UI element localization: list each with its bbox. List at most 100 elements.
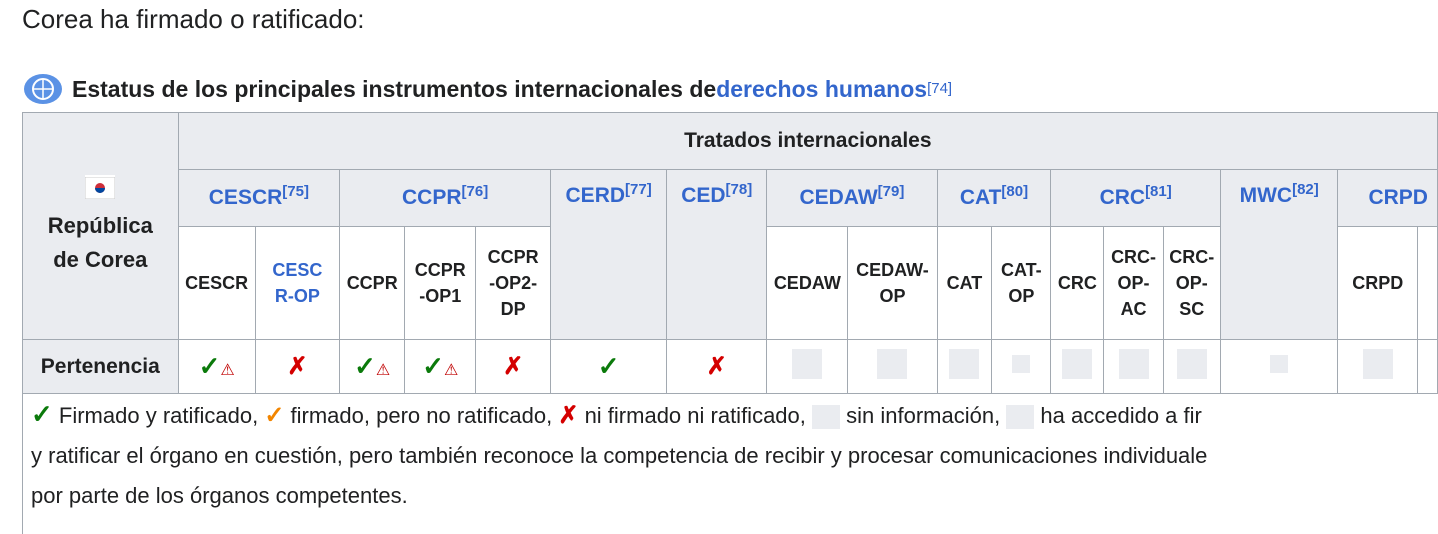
group-cat: CAT[80]	[936, 169, 1052, 227]
cat-link[interactable]: CAT	[960, 186, 1002, 209]
ccpr-op2-dp-label: CCPR-OP2-DP	[487, 247, 539, 319]
cedaw-op-label: CEDAW-OP	[856, 260, 929, 306]
mwc-link[interactable]: MWC	[1240, 184, 1292, 207]
no-info-box	[949, 349, 980, 379]
no-info-box	[1118, 349, 1149, 379]
ratified-icon: ✓	[354, 351, 376, 381]
legend: ✓ Firmado y ratificado, ✓ firmado, pero …	[22, 394, 1438, 534]
not-signed-icon: ✗	[503, 353, 524, 380]
acceded-swatch	[1006, 405, 1035, 430]
signed-only-icon: ✓	[264, 402, 285, 429]
ratified-icon: ✓	[198, 351, 221, 381]
status-crc-op-sc	[1162, 339, 1221, 394]
ced-link[interactable]: CED	[681, 184, 725, 207]
un-emblem-icon	[24, 74, 62, 104]
not-signed-icon: ✗	[287, 353, 308, 380]
status-crpd	[1337, 339, 1419, 394]
ratified-icon: ✓	[31, 399, 53, 429]
crpd-link[interactable]: CRPD	[1368, 186, 1428, 209]
crc-ref[interactable]: [81]	[1145, 183, 1172, 200]
legend-ok-text: Firmado y ratificado,	[52, 403, 265, 428]
legend-none-text: ni firmado ni ratificado,	[578, 403, 812, 428]
no-info-box	[877, 349, 908, 379]
status-crc-op-ac	[1103, 339, 1164, 394]
cedaw-link[interactable]: CEDAW	[799, 186, 877, 209]
sub-cat-op: CAT-OP	[991, 226, 1052, 340]
group-cerd: CERD[77]	[550, 169, 668, 340]
group-cescr: CESCR[75]	[177, 169, 341, 227]
not-signed-icon: ✗	[558, 402, 579, 429]
status-ced: ✗	[666, 339, 768, 394]
mwc-ref[interactable]: [82]	[1292, 181, 1319, 198]
ccpr-link[interactable]: CCPR	[402, 186, 462, 209]
sub-cedaw: CEDAW	[766, 226, 849, 340]
legend-line2: y ratificar el órgano en cuestión, pero …	[31, 443, 1208, 468]
cescr-link[interactable]: CESCR	[209, 186, 283, 209]
group-ccpr: CCPR[76]	[339, 169, 552, 227]
no-info-box	[1270, 355, 1289, 373]
not-signed-icon: ✗	[706, 353, 727, 380]
crc-link[interactable]: CRC	[1100, 186, 1146, 209]
no-info-box	[1362, 349, 1393, 379]
cedaw-ref[interactable]: [79]	[878, 183, 905, 200]
ratified-icon: ✓	[422, 351, 444, 381]
caption-text: Estatus de los principales instrumentos …	[72, 76, 717, 102]
no-info-box	[1062, 349, 1093, 379]
status-cedaw-op	[847, 339, 938, 394]
group-cedaw: CEDAW[79]	[766, 169, 938, 227]
status-cedaw	[766, 339, 849, 394]
membership-label: Pertenencia	[22, 339, 179, 394]
sub-crpd-extra	[1417, 226, 1438, 340]
country-name-line1: República	[47, 213, 153, 238]
country-header: República de Corea	[22, 112, 179, 340]
crc-op-sc-label: CRC-OP-SC	[1169, 247, 1215, 319]
ced-ref[interactable]: [78]	[726, 181, 753, 198]
cescr-op-link[interactable]: CESCR-OP	[267, 257, 327, 309]
cerd-link[interactable]: CERD	[566, 184, 626, 207]
sub-ccpr: CCPR	[339, 226, 406, 340]
status-cat-op	[991, 339, 1052, 394]
ratified-icon: ✓	[597, 351, 620, 381]
status-cerd: ✓	[550, 339, 668, 394]
no-info-swatch	[812, 405, 840, 430]
legend-acceded-text: ha accedido a fir	[1034, 403, 1202, 428]
status-cat	[936, 339, 993, 394]
no-info-box	[1176, 349, 1207, 379]
status-mwc	[1219, 339, 1339, 394]
ccpr-op1-label: CCPR-OP1	[414, 260, 466, 306]
cat-op-label: CAT-OP	[1001, 260, 1042, 306]
sub-crc: CRC	[1050, 226, 1105, 340]
caption-ref[interactable]: [74]	[927, 80, 952, 97]
no-info-box	[1012, 355, 1031, 373]
no-info-box	[792, 349, 823, 379]
human-rights-link[interactable]: derechos humanos	[716, 72, 927, 106]
sub-crc-op-sc: CRC-OP-SC	[1162, 226, 1221, 340]
reservation-icon: ⚠	[375, 362, 391, 379]
status-ccpr: ✓⚠	[339, 339, 406, 394]
sub-crpd: CRPD	[1337, 226, 1419, 340]
cescr-ref[interactable]: [75]	[282, 183, 309, 200]
reservation-icon: ⚠	[220, 362, 235, 379]
sub-ccpr-op2-dp: CCPR-OP2-DP	[475, 226, 552, 340]
status-crpd-extra	[1417, 339, 1438, 394]
legend-signed-text: firmado, pero no ratificado,	[284, 403, 559, 428]
sub-cat: CAT	[936, 226, 993, 340]
legend-line3: por parte de los órganos competentes.	[31, 483, 408, 508]
sub-ccpr-op1: CCPR-OP1	[404, 226, 477, 340]
group-ced: CED[78]	[666, 169, 768, 340]
sub-crc-op-ac: CRC-OP-AC	[1103, 226, 1164, 340]
ccpr-ref[interactable]: [76]	[462, 183, 489, 200]
status-crc	[1050, 339, 1105, 394]
country-name-line2: de Corea	[53, 247, 148, 272]
reservation-icon: ⚠	[444, 362, 459, 379]
cerd-ref[interactable]: [77]	[625, 181, 652, 198]
status-cescr: ✓⚠	[177, 339, 256, 394]
sub-cedaw-op: CEDAW-OP	[847, 226, 938, 340]
sub-cescr: CESCR	[177, 226, 256, 340]
cat-ref[interactable]: [80]	[1001, 183, 1028, 200]
legend-line1: ✓ Firmado y ratificado, ✓ firmado, pero …	[31, 394, 1438, 436]
table-caption: Estatus de los principales instrumentos …	[22, 72, 952, 106]
group-crpd: CRPD	[1337, 169, 1438, 227]
sub-cescr-op: CESCR-OP	[254, 226, 341, 340]
status-ccpr-op1: ✓⚠	[404, 339, 477, 394]
